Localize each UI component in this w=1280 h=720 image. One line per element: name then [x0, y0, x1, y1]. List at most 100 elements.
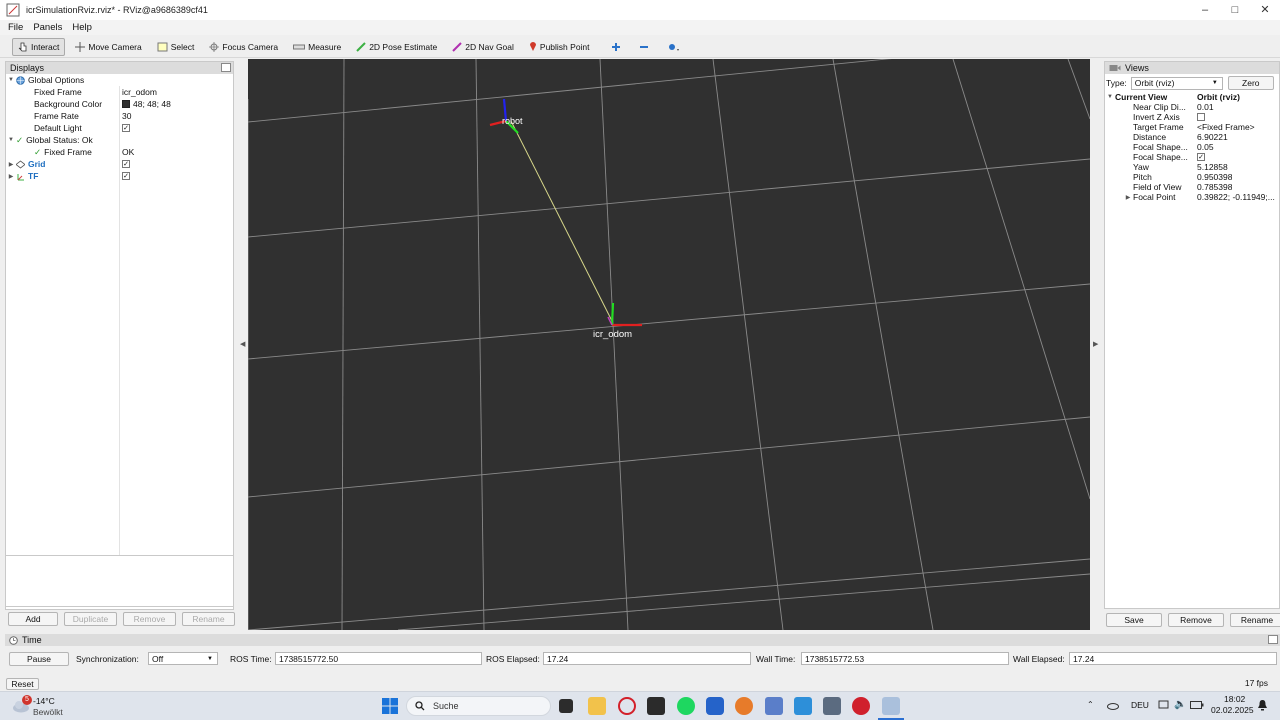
- ros-time-field[interactable]: 1738515772.50: [275, 652, 482, 665]
- grid-checkbox[interactable]: ✓: [122, 160, 130, 168]
- default-light-checkbox[interactable]: ✓: [122, 124, 130, 132]
- tree-row-grid[interactable]: ▶ Grid ✓: [6, 158, 233, 170]
- tree-row-global-options[interactable]: ▼ Global Options: [6, 74, 233, 86]
- focal-shape-fixed-row[interactable]: Focal Shape... ✓: [1105, 152, 1279, 162]
- remove-display-button[interactable]: Remove: [123, 612, 176, 626]
- tree-row-global-status[interactable]: ▼ ✓ Global Status: Ok: [6, 134, 233, 146]
- undock-icon[interactable]: [1268, 635, 1278, 644]
- zero-view-button[interactable]: Zero: [1227, 76, 1274, 90]
- expand-arrow-icon[interactable]: ▼: [6, 137, 16, 143]
- color-swatch[interactable]: [122, 100, 130, 108]
- add-tool-button[interactable]: [606, 38, 629, 56]
- expand-arrow-icon[interactable]: ▼: [1105, 94, 1115, 100]
- collapse-arrow-icon[interactable]: ▶: [6, 161, 16, 168]
- near-clip-row[interactable]: Near Clip Di... 0.01: [1105, 102, 1279, 112]
- background-color-value[interactable]: 48; 48; 48: [133, 99, 171, 109]
- interact-tool-button[interactable]: Interact: [12, 37, 66, 56]
- collapse-right-icon[interactable]: ▶: [1093, 340, 1098, 348]
- field-of-view-row[interactable]: Field of View 0.785398: [1105, 182, 1279, 192]
- minimize-icon[interactable]: –: [1190, 0, 1220, 20]
- focus-camera-tool-button[interactable]: Focus Camera: [204, 38, 283, 56]
- view-type-select[interactable]: Orbit (rviz) ▼: [1130, 76, 1223, 90]
- battery-icon[interactable]: [1190, 701, 1204, 709]
- menu-panels[interactable]: Panels: [33, 22, 62, 33]
- target-frame-row[interactable]: Target Frame <Fixed Frame>: [1105, 122, 1279, 132]
- pause-button[interactable]: Pause: [9, 652, 69, 666]
- move-camera-tool-button[interactable]: Move Camera: [70, 38, 146, 56]
- app-arc-icon[interactable]: [706, 697, 724, 715]
- remove-view-button[interactable]: Remove: [1168, 613, 1224, 627]
- invert-z-row[interactable]: Invert Z Axis: [1105, 112, 1279, 122]
- frame-rate-value[interactable]: 30: [122, 111, 131, 121]
- save-view-button[interactable]: Save: [1106, 613, 1162, 627]
- task-view-icon[interactable]: [559, 699, 573, 713]
- maximize-icon[interactable]: □: [1220, 0, 1250, 20]
- collapse-arrow-icon[interactable]: ▶: [1123, 194, 1133, 201]
- undock-icon[interactable]: [221, 63, 231, 72]
- render-scene[interactable]: robot icr_odom: [248, 59, 1090, 630]
- sync-select[interactable]: Off ▼: [148, 652, 218, 665]
- menu-file[interactable]: File: [8, 22, 23, 33]
- notification-bell-icon[interactable]: [1257, 699, 1268, 711]
- tree-row-default-light[interactable]: Default Light ✓: [6, 122, 233, 134]
- focal-shape-size-row[interactable]: Focal Shape... 0.05: [1105, 142, 1279, 152]
- rename-view-button[interactable]: Rename: [1230, 613, 1280, 627]
- opera-icon[interactable]: [618, 697, 636, 715]
- wall-elapsed-field[interactable]: 17.24: [1069, 652, 1277, 665]
- close-icon[interactable]: ✕: [1250, 0, 1280, 20]
- app-network-icon[interactable]: [765, 697, 783, 715]
- menu-help[interactable]: Help: [72, 22, 92, 33]
- app-red-icon[interactable]: [852, 697, 870, 715]
- focal-shape-checkbox[interactable]: ✓: [1197, 153, 1205, 161]
- ros-elapsed-field[interactable]: 17.24: [543, 652, 751, 665]
- tf-checkbox[interactable]: ✓: [122, 172, 130, 180]
- reset-button[interactable]: Reset: [6, 678, 39, 690]
- expand-arrow-icon[interactable]: ▼: [6, 77, 16, 83]
- spotify-icon[interactable]: [677, 697, 695, 715]
- yaw-row[interactable]: Yaw 5.12858: [1105, 162, 1279, 172]
- language-indicator[interactable]: DEU: [1131, 700, 1149, 710]
- weather-widget[interactable]: 5 -14°C Bewölkt: [10, 695, 100, 719]
- collapse-arrow-icon[interactable]: ▶: [6, 173, 16, 180]
- nav-goal-tool-button[interactable]: 2D Nav Goal: [447, 38, 519, 56]
- collapse-left-icon[interactable]: ◀: [240, 340, 245, 348]
- rviz-taskbar-icon[interactable]: [882, 697, 900, 715]
- tree-row-frame-rate[interactable]: Frame Rate 30: [6, 110, 233, 122]
- tree-row-status-fixed-frame[interactable]: ✓ Fixed Frame OK: [6, 146, 233, 158]
- clock-date[interactable]: 02.02.2025: [1211, 705, 1254, 715]
- clock-time[interactable]: 18:02: [1224, 694, 1245, 704]
- render-viewport[interactable]: robot icr_odom: [248, 59, 1090, 630]
- invert-z-checkbox[interactable]: [1197, 113, 1205, 121]
- status-bar: Reset 17 fps: [0, 677, 1280, 691]
- onedrive-icon[interactable]: [1107, 701, 1119, 710]
- app-browser-icon[interactable]: [735, 697, 753, 715]
- rename-display-button[interactable]: Rename: [182, 612, 235, 626]
- terminal-icon[interactable]: [647, 697, 665, 715]
- network-icon[interactable]: [1158, 700, 1169, 711]
- tool-properties-button[interactable]: [662, 38, 689, 56]
- publish-point-tool-button[interactable]: Publish Point: [524, 38, 595, 56]
- calculator-icon[interactable]: [823, 697, 841, 715]
- status-ok-icon: ✓: [16, 134, 24, 145]
- remove-tool-button[interactable]: [634, 38, 657, 56]
- tray-overflow-icon[interactable]: ⌃: [1087, 700, 1094, 709]
- taskbar-search-box[interactable]: Suche: [406, 696, 551, 716]
- focal-point-row[interactable]: ▶ Focal Point 0.39822; -0.11949;...: [1105, 192, 1279, 202]
- tree-row-background-color[interactable]: Background Color 48; 48; 48: [6, 98, 233, 110]
- windows-start-icon[interactable]: [381, 697, 399, 715]
- select-tool-button[interactable]: Select: [152, 38, 200, 56]
- distance-row[interactable]: Distance 6.90221: [1105, 132, 1279, 142]
- pitch-row[interactable]: Pitch 0.950398: [1105, 172, 1279, 182]
- fixed-frame-value[interactable]: icr_odom: [122, 87, 157, 97]
- tree-row-tf[interactable]: ▶ TF ✓: [6, 170, 233, 182]
- file-explorer-icon[interactable]: [588, 697, 606, 715]
- current-view-row[interactable]: ▼ Current View Orbit (rviz): [1105, 92, 1279, 102]
- volume-icon[interactable]: 🔈: [1174, 699, 1186, 710]
- tree-row-fixed-frame[interactable]: Fixed Frame icr_odom: [6, 86, 233, 98]
- measure-tool-button[interactable]: Measure: [288, 38, 346, 56]
- pose-estimate-tool-button[interactable]: 2D Pose Estimate: [351, 38, 442, 56]
- duplicate-display-button[interactable]: Duplicate: [64, 612, 117, 626]
- add-display-button[interactable]: Add: [8, 612, 58, 626]
- wall-time-field[interactable]: 1738515772.53: [801, 652, 1009, 665]
- vscode-icon[interactable]: [794, 697, 812, 715]
